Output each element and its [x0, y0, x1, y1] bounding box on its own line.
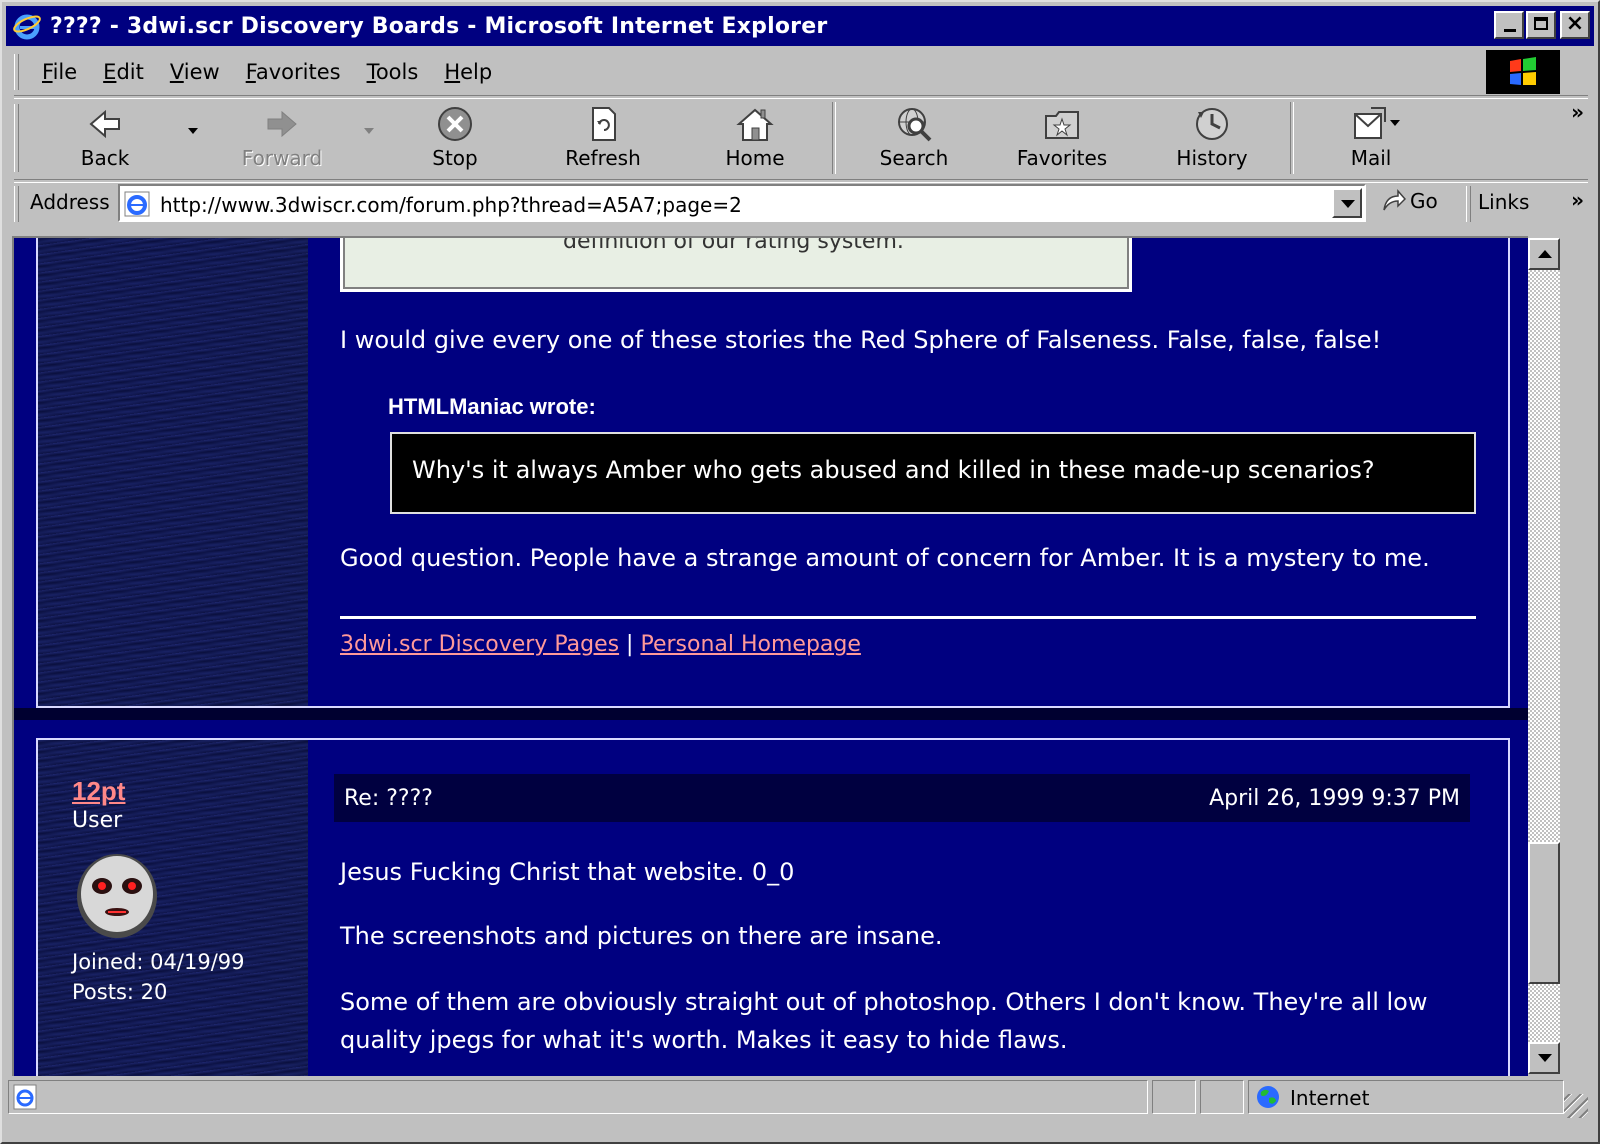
favorites-folder-icon [1045, 111, 1079, 139]
address-bar: Address http://www.3dwiscr.com/forum.php… [14, 182, 1588, 226]
signature: 3dwi.scr Discovery Pages | Personal Home… [340, 632, 861, 657]
forum-post: 12pt User Joined: 04/19/99 Posts: 20 Re:… [36, 738, 1510, 1076]
post-text: Jesus Fucking Christ that website. 0_0 [340, 858, 795, 886]
back-dropdown-arrow[interactable] [188, 128, 198, 134]
menu-tools[interactable]: Tools [367, 60, 419, 84]
links-button[interactable]: Links [1478, 190, 1529, 214]
minimize-button[interactable] [1494, 11, 1524, 39]
minimize-icon [1504, 29, 1516, 32]
menu-grip[interactable] [14, 54, 19, 90]
status-text-panel [8, 1080, 1148, 1114]
mail-dropdown-arrow[interactable] [1390, 120, 1400, 126]
menu-bar: File Edit View Favorites Tools Help [14, 50, 1480, 94]
menu-file[interactable]: File [42, 60, 77, 84]
menu-view[interactable]: View [170, 60, 220, 84]
menu-edit[interactable]: Edit [103, 60, 144, 84]
close-icon: × [1565, 11, 1585, 36]
forward-arrow-icon [267, 110, 297, 138]
home-button[interactable]: Home [720, 98, 790, 178]
menu-help[interactable]: Help [444, 60, 492, 84]
page-viewport[interactable]: definition of our rating system. I would… [12, 236, 1528, 1076]
stop-button[interactable]: Stop [420, 98, 490, 178]
back-arrow-icon [89, 109, 120, 139]
standard-toolbar: Back Forward Stop Refresh Home Search Fa [14, 98, 1588, 178]
maximize-button[interactable] [1526, 11, 1556, 39]
forward-button[interactable]: Forward [240, 98, 324, 178]
sig-link-personal-homepage[interactable]: Personal Homepage [640, 632, 860, 657]
signature-divider [340, 616, 1476, 619]
links-grip[interactable] [1466, 186, 1471, 222]
mail-button[interactable]: Mail [1336, 98, 1406, 178]
history-button[interactable]: History [1174, 98, 1250, 178]
vertical-scrollbar[interactable] [1528, 238, 1560, 1074]
post-text: The screenshots and pictures on there ar… [340, 922, 943, 950]
quote-text: Why's it always Amber who gets abused an… [412, 456, 1375, 484]
quote-author: HTMLManiac wrote: [388, 394, 596, 419]
avatar [77, 854, 157, 938]
ie-logo-icon [13, 14, 41, 40]
menu-favorites[interactable]: Favorites [246, 60, 341, 84]
rating-quote-box: definition of our rating system. [340, 238, 1132, 292]
status-zone-label: Internet [1290, 1086, 1370, 1110]
sig-link-discovery-pages[interactable]: 3dwi.scr Discovery Pages [340, 632, 619, 657]
post-text: quality jpegs for what it's worth. Makes… [340, 1026, 1068, 1054]
title-bar[interactable]: ???? - 3dwi.scr Discovery Boards - Micro… [6, 6, 1594, 46]
toolbar-grip[interactable] [14, 104, 19, 172]
page-ie-icon [124, 191, 150, 217]
address-grip[interactable] [14, 186, 19, 222]
post-text: Some of them are obviously straight out … [340, 988, 1428, 1016]
post-username[interactable]: 12pt [72, 776, 125, 807]
close-button[interactable]: × [1560, 11, 1590, 39]
address-url: http://www.3dwiscr.com/forum.php?thread=… [160, 193, 742, 217]
toolbar-more-chevron-icon[interactable]: » [1571, 100, 1584, 124]
resize-grip[interactable] [1564, 1094, 1588, 1118]
address-label: Address [30, 190, 110, 214]
search-globe-icon [898, 108, 932, 142]
forum-post: definition of our rating system. I would… [36, 238, 1510, 708]
status-panel [1200, 1080, 1244, 1114]
refresh-icon [592, 107, 616, 141]
post-user-count: Posts: 20 [72, 980, 168, 1004]
scroll-thumb[interactable] [1528, 842, 1560, 984]
go-arrow-icon [1383, 189, 1406, 211]
mail-icon [1354, 107, 1386, 139]
status-bar: Internet [8, 1078, 1588, 1118]
home-icon [736, 108, 774, 141]
post-header: Re: ???? April 26, 1999 9:37 PM [334, 774, 1470, 822]
post-subject: Re: ???? [344, 786, 433, 811]
stop-icon [438, 107, 472, 141]
window-controls: × [1492, 11, 1590, 39]
browser-window: ???? - 3dwi.scr Discovery Boards - Micro… [0, 0, 1600, 1144]
back-button[interactable]: Back [70, 98, 140, 178]
maximize-icon [1534, 17, 1548, 30]
toolbar-separator [832, 102, 836, 174]
post-sidebar [38, 238, 308, 706]
post-user-joined: Joined: 04/19/99 [72, 950, 245, 974]
post-text: Good question. People have a strange amo… [340, 544, 1430, 572]
address-dropdown-button[interactable] [1332, 188, 1362, 218]
post-text: I would give every one of these stories … [340, 326, 1382, 354]
post-date: April 26, 1999 9:37 PM [1209, 786, 1460, 811]
internet-globe-icon [1257, 1086, 1279, 1108]
window-title: ???? - 3dwi.scr Discovery Boards - Micro… [50, 13, 828, 39]
post-user-role: User [72, 808, 123, 833]
post-sidebar: 12pt User Joined: 04/19/99 Posts: 20 [38, 740, 308, 1076]
toolbar-separator-2 [1290, 102, 1294, 174]
post-separator [14, 708, 1528, 720]
favorites-button[interactable]: Favorites [1014, 98, 1110, 178]
go-button[interactable]: Go [1380, 188, 1438, 214]
history-clock-icon [1196, 108, 1228, 140]
status-panel [1152, 1080, 1196, 1114]
forward-dropdown-arrow[interactable] [364, 128, 374, 134]
address-input[interactable]: http://www.3dwiscr.com/forum.php?thread=… [118, 184, 1366, 222]
refresh-button[interactable]: Refresh [560, 98, 646, 178]
links-more-chevron-icon[interactable]: » [1571, 188, 1584, 212]
status-page-icon [13, 1084, 37, 1110]
windows-flag-icon [1510, 57, 1536, 85]
scroll-up-button[interactable] [1528, 238, 1560, 270]
scroll-down-button[interactable] [1528, 1042, 1560, 1074]
search-button[interactable]: Search [876, 98, 952, 178]
quote-box: Why's it always Amber who gets abused an… [390, 432, 1476, 514]
windows-logo [1486, 50, 1560, 94]
